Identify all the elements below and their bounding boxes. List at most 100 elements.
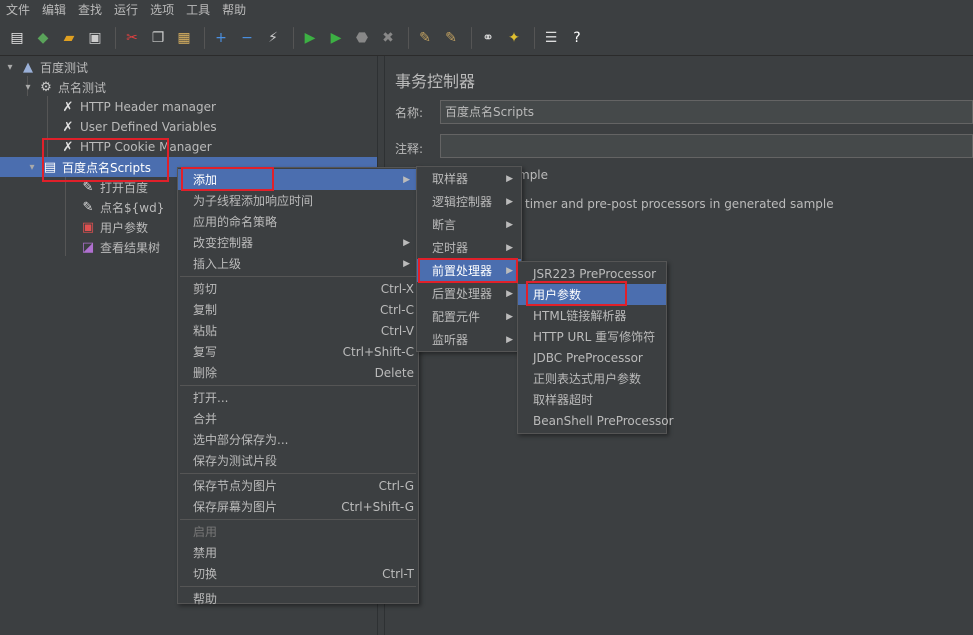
context-menu-item-label: 粘贴 [193, 324, 218, 338]
context-menu-item[interactable]: 改变控制器 ▶ [178, 232, 418, 253]
toolbar-separator [293, 27, 294, 49]
context-menu-item[interactable]: 禁用 [178, 542, 418, 563]
preprocessor-icon: ▣ [81, 219, 95, 235]
expand-arrow-icon[interactable]: ▾ [4, 62, 16, 73]
menu-item-3[interactable]: 运行 [108, 0, 144, 21]
start-icon[interactable]: ▶ [299, 27, 321, 49]
menu-separator [180, 519, 416, 520]
add-submenu-item[interactable]: 取样器 ▶ [417, 167, 521, 190]
tree-node[interactable]: ✎ 点名${wd} [64, 197, 165, 217]
context-menu-item[interactable]: 添加 ▶ [178, 169, 418, 190]
add-submenu-item-label: 定时器 [432, 241, 469, 255]
context-menu-item-label: 为子线程添加响应时间 [193, 194, 314, 208]
tree-node[interactable]: ✗ User Defined Variables [44, 117, 217, 137]
add-submenu-item[interactable]: 监听器 ▶ [417, 328, 521, 351]
collapse-icon[interactable]: − [236, 27, 258, 49]
save-icon[interactable]: ▣ [84, 27, 106, 49]
menu-item-5[interactable]: 工具 [180, 0, 216, 21]
tree-node-label: 点名测试 [58, 80, 107, 95]
tree-node-label: 用户参数 [100, 220, 149, 235]
include-timers-option[interactable]: timer and pre-post processors in generat… [525, 197, 834, 211]
context-menu-item[interactable]: 插入上级 ▶ [178, 253, 418, 274]
context-menu-item[interactable]: 粘贴 Ctrl-V [178, 320, 418, 341]
context-menu-item[interactable]: 启用 [178, 521, 418, 542]
add-submenu-item[interactable]: 后置处理器 ▶ [417, 282, 521, 305]
preprocessor-submenu-item[interactable]: BeanShell PreProcessor [518, 410, 674, 431]
menu-item-1[interactable]: 编辑 [36, 0, 72, 21]
context-menu-item[interactable]: 复写 Ctrl+Shift-C [178, 341, 418, 362]
add-submenu-item[interactable]: 断言 ▶ [417, 213, 521, 236]
context-menu-item[interactable]: 为子线程添加响应时间 [178, 190, 418, 211]
menu-item-2[interactable]: 查找 [72, 0, 108, 21]
preprocessor-submenu-item-label: BeanShell PreProcessor [533, 413, 674, 428]
expand-arrow-icon[interactable]: ▾ [22, 82, 34, 93]
open-icon[interactable]: ▰ [58, 27, 80, 49]
tree-node[interactable]: ▾ ⚙ 点名测试 [22, 77, 106, 97]
context-menu-item[interactable]: 删除 Delete [178, 362, 418, 383]
add-submenu-item[interactable]: 定时器 ▶ [417, 236, 521, 259]
shutdown-icon[interactable]: ✖ [377, 27, 399, 49]
tree-node[interactable]: ✗ HTTP Header manager [44, 97, 216, 117]
context-menu-item[interactable]: 帮助 [178, 588, 418, 609]
preprocessor-submenu-item[interactable]: HTML链接解析器 [518, 305, 666, 326]
copy-icon[interactable]: ❐ [147, 27, 169, 49]
context-menu-item[interactable]: 应用的命名策略 [178, 211, 418, 232]
templates-icon[interactable]: ◆ [32, 27, 54, 49]
tree-node[interactable]: ▣ 用户参数 [64, 217, 148, 237]
clear-icon[interactable]: ✎ [414, 27, 436, 49]
context-menu-item[interactable]: 剪切 Ctrl-X [178, 278, 418, 299]
reset-search-icon[interactable]: ✦ [503, 27, 525, 49]
tree-node[interactable]: ✎ 打开百度 [64, 177, 148, 197]
add-submenu-item[interactable]: 前置处理器 ▶ [417, 259, 521, 282]
tree-node[interactable]: ◪ 查看结果树 [64, 237, 160, 257]
add-submenu-item[interactable]: 配置元件 ▶ [417, 305, 521, 328]
preprocessor-submenu-item[interactable]: 正则表达式用户参数 [518, 368, 666, 389]
preprocessor-submenu: JSR223 PreProcessor 用户参数 HTML链接解析器 HTTP URL… [517, 261, 674, 434]
search-icon[interactable]: ⚭ [477, 27, 499, 49]
stop-icon[interactable]: ⬣ [351, 27, 373, 49]
preprocessor-submenu-item[interactable]: 用户参数 [518, 284, 666, 305]
clear-all-icon[interactable]: ✎ [440, 27, 462, 49]
comment-field[interactable] [440, 134, 973, 158]
context-menu-item[interactable]: 保存为测试片段 [178, 450, 418, 471]
config-tool-icon: ✗ [62, 139, 74, 155]
context-menu: 添加 ▶ 为子线程添加响应时间 应用的命名策略 改变控制器 ▶ 插入上级 ▶ 剪切 Ctrl-X 复… [177, 167, 419, 606]
preprocessor-submenu-item[interactable]: JDBC PreProcessor [518, 347, 666, 368]
new-icon[interactable]: ▤ [6, 27, 28, 49]
menu-separator [180, 586, 416, 587]
add-submenu-item[interactable]: 逻辑控制器 ▶ [417, 190, 521, 213]
expand-arrow-icon[interactable]: ▾ [26, 162, 38, 173]
name-field[interactable]: 百度点名Scripts [440, 100, 973, 124]
menu-item-6[interactable]: 帮助 [216, 0, 252, 21]
context-menu-item[interactable]: 保存节点为图片 Ctrl-G [178, 475, 418, 496]
context-menu-item[interactable]: 合并 [178, 408, 418, 429]
context-menu-item-label: 保存节点为图片 [193, 479, 278, 493]
tree-node[interactable]: ✗ HTTP Cookie Manager [44, 137, 212, 157]
context-menu-item[interactable]: 复制 Ctrl-C [178, 299, 418, 320]
preprocessor-submenu-item[interactable]: HTTP URL 重写修饰符 [518, 326, 666, 347]
menu-item-0[interactable]: 文件 [0, 0, 36, 21]
help-icon[interactable]: ? [566, 27, 588, 49]
context-menu-item[interactable]: 打开... [178, 387, 418, 408]
context-menu-item-label: 添加 [193, 173, 218, 187]
menu-item-4[interactable]: 选项 [144, 0, 180, 21]
preprocessor-submenu-item[interactable]: JSR223 PreProcessor [518, 263, 666, 284]
toggle-icon[interactable]: ⚡ [262, 27, 284, 49]
start-no-pause-icon[interactable]: ▶ [325, 27, 347, 49]
cut-icon[interactable]: ✂ [121, 27, 143, 49]
shortcut-label: Ctrl-G [378, 478, 414, 493]
shortcut-label: Delete [374, 365, 414, 380]
tree-node[interactable]: ▾ ▲ 百度测试 [4, 57, 88, 77]
preprocessor-submenu-item[interactable]: 取样器超时 [518, 389, 666, 410]
add-submenu-item-label: 断言 [432, 218, 457, 232]
function-helper-icon[interactable]: ☰ [540, 27, 562, 49]
thread-group-icon: ⚙ [40, 79, 52, 95]
context-menu-item[interactable]: 保存屏幕为图片 Ctrl+Shift-G [178, 496, 418, 517]
expand-icon[interactable]: + [210, 27, 232, 49]
tree-node-label: HTTP Cookie Manager [80, 140, 212, 154]
context-menu-item[interactable]: 切换 Ctrl-T [178, 563, 418, 584]
generate-parent-sample-option[interactable]: mple [518, 168, 548, 182]
context-menu-item[interactable]: 选中部分保存为... [178, 429, 418, 450]
paste-icon[interactable]: ▦ [173, 27, 195, 49]
context-menu-item-label: 应用的命名策略 [193, 215, 278, 229]
